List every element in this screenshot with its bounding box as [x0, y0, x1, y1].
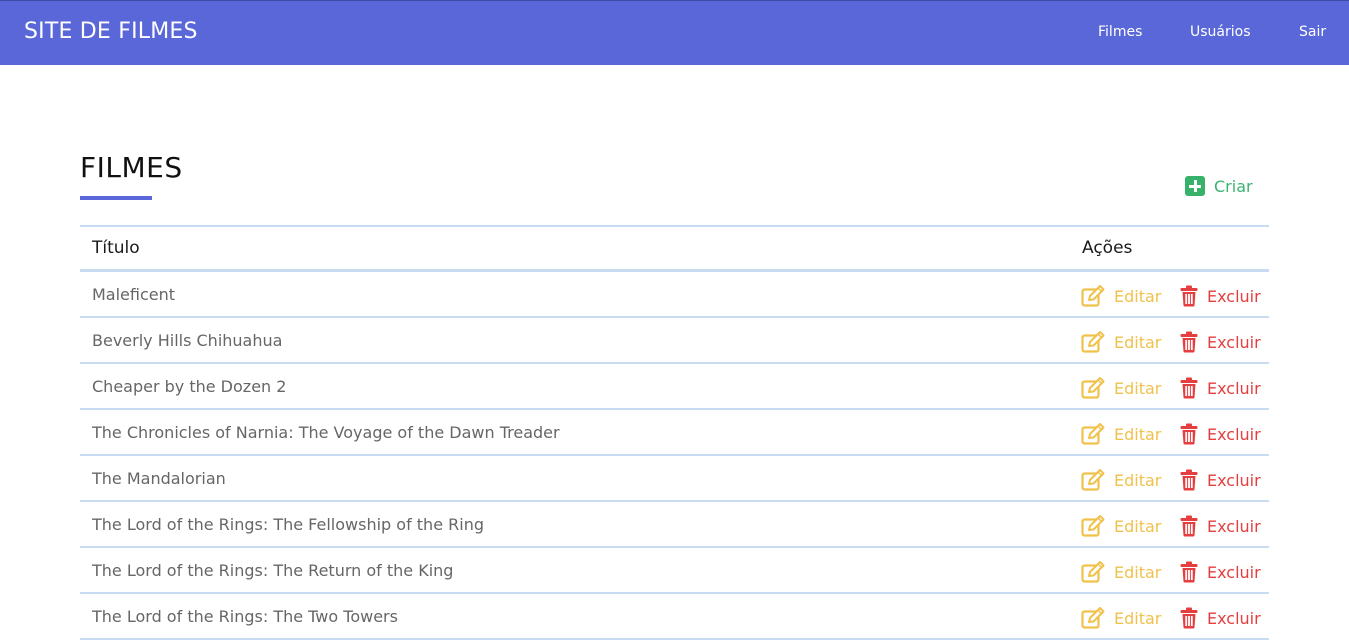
table-row: Cheaper by the Dozen 2 Editar Excluir — [80, 364, 1269, 410]
edit-icon — [1081, 377, 1106, 399]
plus-square-icon — [1185, 176, 1205, 196]
top-navbar: SITE DE FILMES Filmes Usuários Sair — [0, 0, 1349, 65]
site-brand[interactable]: SITE DE FILMES — [24, 19, 198, 44]
create-label: Criar — [1214, 176, 1253, 196]
trash-icon — [1180, 423, 1198, 445]
edit-icon — [1081, 607, 1106, 629]
nav-link-filmes[interactable]: Filmes — [1098, 24, 1142, 40]
edit-label: Editar — [1114, 470, 1162, 490]
edit-button[interactable]: Editar — [1081, 467, 1161, 493]
delete-label: Excluir — [1207, 608, 1261, 628]
edit-label: Editar — [1114, 608, 1162, 628]
delete-label: Excluir — [1207, 516, 1261, 536]
table-header: Título Ações — [80, 225, 1269, 272]
edit-label: Editar — [1114, 378, 1162, 398]
movie-title: The Lord of the Rings: The Two Towers — [92, 607, 398, 626]
movie-title: The Lord of the Rings: The Return of the… — [92, 561, 454, 580]
delete-label: Excluir — [1207, 562, 1261, 582]
delete-button[interactable]: Excluir — [1180, 421, 1261, 447]
delete-label: Excluir — [1207, 332, 1261, 352]
edit-icon — [1081, 469, 1106, 491]
edit-label: Editar — [1114, 424, 1162, 444]
delete-button[interactable]: Excluir — [1180, 283, 1261, 309]
movies-table: Título Ações Maleficent Editar Excluir Beve… — [80, 225, 1269, 640]
trash-icon — [1180, 469, 1198, 491]
edit-button[interactable]: Editar — [1081, 421, 1161, 447]
trash-icon — [1180, 515, 1198, 537]
edit-button[interactable]: Editar — [1081, 283, 1161, 309]
trash-icon — [1180, 331, 1198, 353]
edit-button[interactable]: Editar — [1081, 375, 1161, 401]
edit-button[interactable]: Editar — [1081, 513, 1161, 539]
edit-icon — [1081, 515, 1106, 537]
table-row: Maleficent Editar Excluir — [80, 272, 1269, 318]
trash-icon — [1180, 561, 1198, 583]
table-row: Beverly Hills Chihuahua Editar Excluir — [80, 318, 1269, 364]
nav-link-sair[interactable]: Sair — [1299, 24, 1326, 40]
delete-button[interactable]: Excluir — [1180, 467, 1261, 493]
edit-label: Editar — [1114, 332, 1162, 352]
trash-icon — [1180, 285, 1198, 307]
create-button[interactable]: Criar — [1185, 174, 1253, 198]
header-title: Título — [92, 238, 140, 258]
nav-link-usuarios[interactable]: Usuários — [1190, 24, 1251, 40]
movie-title: The Lord of the Rings: The Fellowship of… — [92, 515, 484, 534]
table-row: The Lord of the Rings: The Fellowship of… — [80, 502, 1269, 548]
delete-button[interactable]: Excluir — [1180, 605, 1261, 631]
edit-icon — [1081, 561, 1106, 583]
movie-title: The Chronicles of Narnia: The Voyage of … — [92, 423, 560, 442]
table-row: The Lord of the Rings: The Return of the… — [80, 548, 1269, 594]
title-underline — [80, 196, 152, 200]
movie-title: Beverly Hills Chihuahua — [92, 331, 283, 350]
edit-icon — [1081, 331, 1106, 353]
edit-button[interactable]: Editar — [1081, 329, 1161, 355]
delete-label: Excluir — [1207, 424, 1261, 444]
trash-icon — [1180, 377, 1198, 399]
delete-button[interactable]: Excluir — [1180, 559, 1261, 585]
edit-icon — [1081, 423, 1106, 445]
edit-button[interactable]: Editar — [1081, 605, 1161, 631]
movie-title: The Mandalorian — [92, 469, 226, 488]
table-body: Maleficent Editar Excluir Beverly Hills Chi… — [80, 272, 1269, 640]
trash-icon — [1180, 607, 1198, 629]
edit-icon — [1081, 285, 1106, 307]
movie-title: Maleficent — [92, 285, 176, 304]
table-row: The Lord of the Rings: The Two Towers Edi… — [80, 594, 1269, 640]
delete-label: Excluir — [1207, 378, 1261, 398]
edit-label: Editar — [1114, 516, 1162, 536]
table-row: The Mandalorian Editar Excluir — [80, 456, 1269, 502]
edit-label: Editar — [1114, 286, 1162, 306]
delete-button[interactable]: Excluir — [1180, 329, 1261, 355]
edit-label: Editar — [1114, 562, 1162, 582]
delete-button[interactable]: Excluir — [1180, 513, 1261, 539]
delete-button[interactable]: Excluir — [1180, 375, 1261, 401]
page-title: FILMES — [80, 151, 183, 184]
delete-label: Excluir — [1207, 286, 1261, 306]
edit-button[interactable]: Editar — [1081, 559, 1161, 585]
header-actions: Ações — [1082, 238, 1133, 258]
delete-label: Excluir — [1207, 470, 1261, 490]
table-row: The Chronicles of Narnia: The Voyage of … — [80, 410, 1269, 456]
movie-title: Cheaper by the Dozen 2 — [92, 377, 287, 396]
